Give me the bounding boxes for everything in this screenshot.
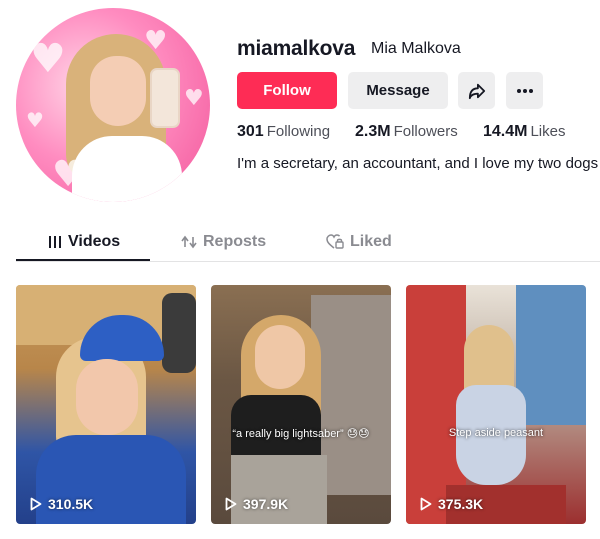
video-caption: Step aside peasant: [448, 427, 544, 439]
nickname: Mia Malkova: [371, 40, 461, 57]
video-thumbnail-face: [76, 359, 138, 435]
view-count: 310.5K: [30, 496, 93, 512]
video-thumbnail-background: [516, 285, 586, 425]
view-count-value: 397.9K: [243, 496, 289, 512]
heart-lock-icon: [326, 234, 344, 249]
tab-label: Liked: [350, 233, 392, 250]
profile-tabs: Videos Reposts Liked: [16, 222, 600, 262]
stat-value: 2.3M: [355, 123, 391, 140]
active-tab-indicator: [16, 259, 150, 261]
heart-icon: ♥: [144, 26, 168, 56]
video-card[interactable]: “a really big lightsaber” 😓😓 397.9K: [211, 285, 391, 524]
video-caption: “a really big lightsaber” 😓😓: [232, 428, 370, 440]
tab-reposts[interactable]: Reposts: [181, 222, 266, 262]
stat-following[interactable]: 301 Following: [237, 123, 330, 141]
more-options-button[interactable]: [506, 72, 543, 109]
avatar-shirt: [72, 136, 182, 202]
follow-button[interactable]: Follow: [237, 72, 337, 109]
video-card[interactable]: Step aside peasant 375.3K: [406, 285, 586, 524]
video-thumbnail-figure: [162, 293, 196, 373]
play-icon: [225, 497, 237, 511]
share-button[interactable]: [458, 72, 495, 109]
avatar-face: [90, 56, 146, 126]
video-thumbnail-jeans: [231, 455, 327, 524]
heart-icon: ♥: [26, 108, 44, 132]
play-icon: [30, 497, 42, 511]
heart-icon: ♥: [184, 86, 204, 111]
stat-followers[interactable]: 2.3M Followers: [355, 123, 458, 141]
share-icon: [468, 83, 485, 99]
avatar-phone: [150, 68, 180, 128]
video-thumbnail-face: [255, 325, 305, 389]
stat-label: Followers: [393, 123, 458, 140]
stat-value: 301: [237, 123, 264, 140]
stat-label: Likes: [530, 123, 566, 140]
heart-icon: ♥: [52, 154, 85, 195]
username: miamalkova: [237, 37, 356, 60]
play-icon: [420, 497, 432, 511]
view-count-value: 375.3K: [438, 496, 484, 512]
tab-label: Videos: [68, 233, 121, 250]
grid-icon: [49, 236, 61, 248]
profile-avatar[interactable]: ♥ ♥ ♥ ♥ ♥: [16, 8, 210, 202]
stat-value: 14.4M: [483, 123, 528, 140]
video-card[interactable]: 310.5K: [16, 285, 196, 524]
stat-likes: 14.4M Likes: [483, 123, 566, 141]
tab-label: Reposts: [203, 233, 267, 250]
more-icon: [516, 88, 533, 93]
message-button[interactable]: Message: [348, 72, 448, 109]
stat-label: Following: [266, 123, 331, 140]
view-count-value: 310.5K: [48, 496, 94, 512]
heart-icon: ♥: [30, 36, 66, 82]
tab-videos[interactable]: Videos: [48, 222, 120, 262]
view-count: 375.3K: [420, 496, 483, 512]
repost-icon: [181, 235, 197, 249]
profile-bio: I'm a secretary, an accountant, and I lo…: [237, 155, 599, 172]
view-count: 397.9K: [225, 496, 288, 512]
tab-liked[interactable]: Liked: [326, 222, 392, 262]
